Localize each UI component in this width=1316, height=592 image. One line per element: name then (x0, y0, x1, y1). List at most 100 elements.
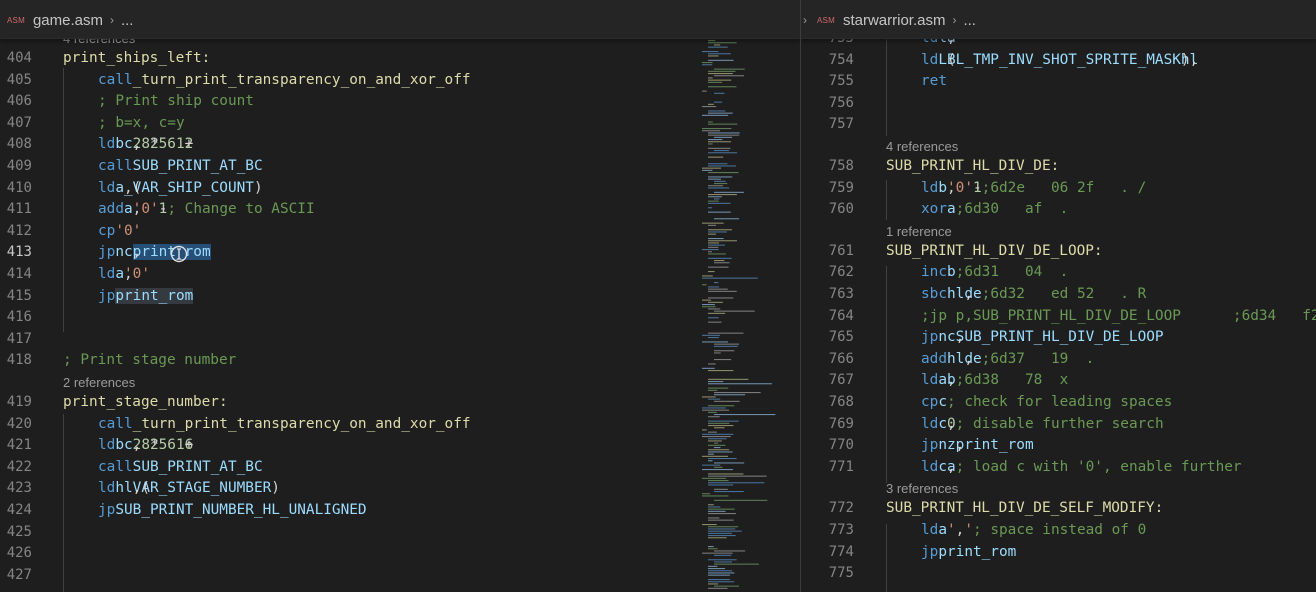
code-line[interactable]: xor a ;6d30 af . (921, 199, 1068, 221)
code-line[interactable]: call _turn_print_transparency_on_and_xor… (98, 414, 471, 436)
minimap-line (714, 282, 719, 284)
code-line[interactable]: SUB_PRINT_HL_DIV_DE_SELF_MODIFY: (886, 498, 1163, 520)
minimap-line (702, 299, 711, 301)
reference-count-lens[interactable]: 3 references (886, 479, 958, 499)
code-line[interactable]: cp '0' (98, 221, 141, 243)
code-line[interactable]: SUB_PRINT_HL_DIV_DE: (886, 156, 1059, 178)
code-token: , (955, 437, 965, 454)
code-token: jp (921, 329, 939, 346)
reference-count-lens[interactable]: 4 references (886, 137, 958, 157)
breadcrumb-file-game-asm[interactable]: game.asm (33, 12, 103, 29)
code-line[interactable]: ld a , ' ' ; space instead of 0 (921, 520, 1146, 542)
code-line[interactable]: ; Print ship count (98, 91, 254, 113)
reference-count-lens[interactable]: 2 references (63, 373, 135, 393)
code-line[interactable]: jp SUB_PRINT_NUMBER_HL_UNALIGNED (98, 500, 367, 522)
breadcrumb-more[interactable]: ... (121, 12, 134, 29)
code-line[interactable]: ld b, '0' -1 ;6d2e 06 2f . / (921, 178, 1146, 200)
code-line[interactable]: inc b ;6d31 04 . (921, 262, 1068, 284)
minimap[interactable] (700, 38, 800, 592)
minimap-line (708, 570, 733, 572)
code-line[interactable]: jp print_rom (98, 286, 194, 308)
code-token: ; Print stage number (63, 352, 237, 369)
code-line[interactable]: ; Print stage number (63, 350, 236, 372)
line-number: 427 (6, 566, 32, 583)
line-number: 413 (6, 244, 32, 261)
minimap-line (708, 207, 713, 209)
code-line[interactable]: jp nc, SUB_PRINT_HL_DIV_DE_LOOP (921, 327, 1164, 349)
line-number: 414 (6, 266, 32, 282)
chevron-right-icon: › (803, 13, 807, 27)
code-line[interactable]: ld hl ,(VAR_STAGE_NUMBER) (98, 478, 280, 500)
code-token: LBL_TMP_INV_SHOT_SPRITE_MASK (938, 51, 1181, 68)
minimap-line (702, 249, 719, 251)
minimap-line (714, 101, 723, 103)
code-token: ld (921, 372, 939, 389)
code-line[interactable]: print_ships_left: (63, 48, 210, 70)
left-editor-pane[interactable]: 4 references404print_ships_left:405call … (0, 0, 800, 592)
breadcrumb-more[interactable]: ... (963, 12, 976, 29)
minimap-line (714, 180, 726, 182)
minimap-line (702, 106, 717, 108)
code-line[interactable]: ld c,0 ; disable further search (921, 414, 1164, 436)
code-token: jp (98, 244, 116, 261)
code-line[interactable]: call SUB_PRINT_AT_BC (98, 457, 263, 479)
minimap-line (702, 493, 711, 495)
line-number: 408 (6, 136, 32, 153)
minimap-line (702, 167, 722, 169)
line-number: 417 (6, 330, 32, 347)
code-token: ,( (132, 480, 150, 497)
code-line[interactable]: ret (921, 71, 947, 93)
code-line[interactable]: ; b=x, c=y (98, 113, 185, 135)
minimap-line (708, 178, 721, 180)
code-line[interactable]: jp nz, print_rom (921, 435, 1034, 457)
code-line[interactable]: ld a,b ;6d38 78 x (921, 370, 1068, 392)
code-token: * (149, 136, 159, 153)
minimap-line (702, 130, 720, 132)
code-line[interactable]: ld (LBL_TMP_INV_SHOT_SPRITE_MASK), hl (921, 50, 1198, 72)
minimap-line (708, 246, 719, 248)
code-line[interactable]: ld c,a ; load c with '0', enable further (921, 457, 1242, 479)
reference-count-lens[interactable]: 1 reference (886, 222, 952, 242)
code-line[interactable]: jp nc, print_rom (98, 242, 211, 264)
minimap-line (714, 491, 744, 493)
code-line[interactable]: ;jp p,SUB_PRINT_HL_DIV_DE_LOOP ;6d34 f2 (921, 306, 1316, 328)
code-line[interactable]: add a, '0' -1 ; Change to ASCII (98, 199, 315, 221)
code-line[interactable]: print_stage_number: (63, 392, 228, 414)
line-number: 775 (828, 565, 854, 582)
code-token: , (132, 244, 142, 261)
right-editor-pane[interactable]: 753ld l,a754ld (LBL_TMP_INV_SHOT_SPRITE_… (801, 0, 1316, 592)
code-line[interactable]: ld a, '0' (98, 264, 150, 286)
breadcrumb-file-starwarrior-asm[interactable]: starwarrior.asm (843, 12, 946, 29)
code-line[interactable]: jp print_rom (921, 542, 1016, 564)
minimap-line (708, 231, 727, 233)
minimap-line (708, 42, 737, 44)
code-line[interactable]: add hl, de ;6d37 19 . (921, 349, 1094, 371)
minimap-line (702, 306, 716, 308)
code-line[interactable]: ld bc, 28 * 256 + 16 (98, 435, 193, 457)
code-line[interactable]: call _turn_print_transparency_on_and_xor… (98, 70, 471, 92)
code-line[interactable]: SUB_PRINT_HL_DIV_DE_LOOP: (886, 241, 1103, 263)
minimap-line (708, 513, 736, 515)
minimap-line (714, 442, 719, 444)
code-line[interactable]: cp c ; check for leading spaces (921, 392, 1172, 414)
code-line[interactable]: call SUB_PRINT_AT_BC (98, 156, 263, 178)
code-token: print_ships_left: (63, 50, 211, 66)
code-line[interactable]: ld bc, 28 * 256 + 12 (98, 134, 193, 156)
minimap-line (708, 484, 734, 486)
minimap-line (714, 350, 735, 352)
line-number: 410 (6, 179, 32, 196)
minimap-line (714, 447, 721, 449)
code-token: ld (98, 437, 116, 454)
code-line[interactable]: ld a ,(_VAR_SHIP_COUNT) (98, 178, 263, 200)
code-line[interactable]: sbc hl, de ;6d32 ed 52 . R (921, 284, 1146, 306)
line-number: 754 (828, 51, 854, 68)
minimap-line (714, 218, 740, 220)
code-token: * (149, 437, 159, 454)
minimap-line (708, 103, 714, 105)
